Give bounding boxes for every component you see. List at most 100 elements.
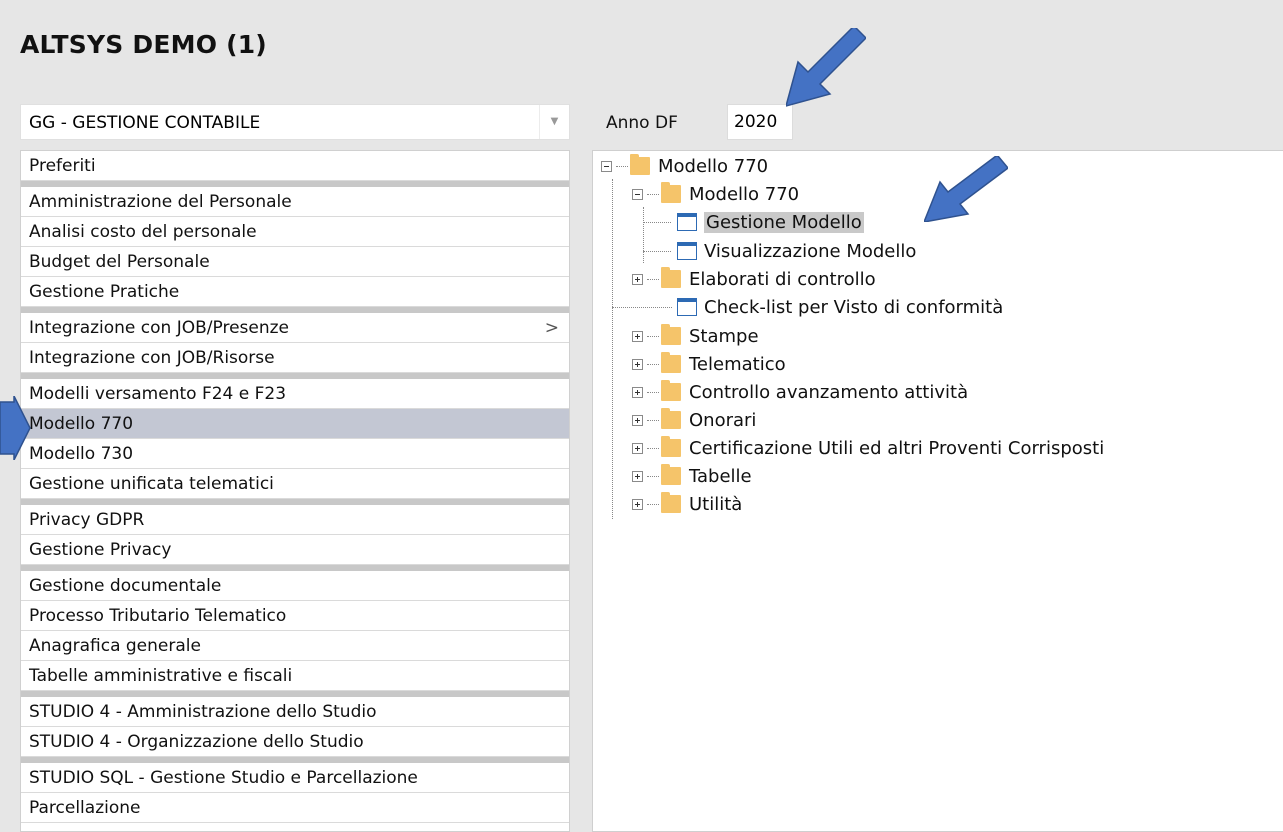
- expand-icon[interactable]: [632, 414, 643, 426]
- tree-node-check-list[interactable]: Check-list per Visto di conformità: [677, 293, 1003, 321]
- menu-item-job-presenze[interactable]: Integrazione con JOB/Presenze >: [21, 307, 569, 343]
- menu-item-label: Amministrazione del Personale: [29, 192, 292, 212]
- chevron-down-icon[interactable]: ▼: [539, 105, 569, 139]
- menu-item-gestione-privacy[interactable]: Gestione Privacy: [21, 535, 569, 565]
- tree-node-label: Modello 770: [658, 155, 769, 177]
- tree-node-label: Tabelle: [689, 465, 752, 487]
- collapse-icon[interactable]: [632, 188, 643, 200]
- tree-node-label: Elaborati di controllo: [689, 268, 876, 290]
- window-icon: [677, 298, 697, 316]
- menu-item-anagrafica-generale[interactable]: Anagrafica generale: [21, 631, 569, 661]
- folder-icon: [661, 408, 681, 429]
- annotation-arrow-icon: [786, 28, 866, 107]
- menu-item-studio-sql[interactable]: STUDIO SQL - Gestione Studio e Parcellaz…: [21, 757, 569, 793]
- menu-item-label: STUDIO 4 - Organizzazione dello Studio: [29, 732, 364, 752]
- menu-item-label: Parcellazione: [29, 798, 141, 818]
- expand-icon[interactable]: [632, 273, 643, 285]
- menu-item-label: Integrazione con JOB/Presenze: [29, 318, 290, 338]
- menu-item-label: Processo Tributario Telematico: [29, 606, 287, 626]
- tree-dots: [647, 447, 659, 449]
- menu-item-gestione-pratiche[interactable]: Gestione Pratiche: [21, 277, 569, 307]
- folder-icon: [661, 182, 681, 203]
- tree-node-label: Check-list per Visto di conformità: [704, 296, 1004, 318]
- annotation-arrow-icon: [924, 156, 1008, 222]
- menu-item-parcellazione[interactable]: Parcellazione: [21, 793, 569, 823]
- menu-item-amministrazione-personale[interactable]: Amministrazione del Personale: [21, 181, 569, 217]
- tree-dots: [647, 193, 659, 195]
- tree-node-tabelle[interactable]: Tabelle: [632, 462, 752, 490]
- menu-item-privacy-gdpr[interactable]: Privacy GDPR: [21, 499, 569, 535]
- menu-item-f24-f23[interactable]: Modelli versamento F24 e F23: [21, 373, 569, 409]
- folder-icon: [661, 324, 681, 345]
- tree-node-modello-770[interactable]: Modello 770: [632, 180, 799, 208]
- tree-node-telematico[interactable]: Telematico: [632, 350, 786, 378]
- menu-item-label: Budget del Personale: [29, 252, 210, 272]
- menu-item-analisi-costo[interactable]: Analisi costo del personale: [21, 217, 569, 247]
- anno-df-input[interactable]: 2020: [727, 104, 793, 140]
- tree-connector: [643, 251, 671, 252]
- menu-item-preferiti[interactable]: Preferiti: [21, 151, 569, 181]
- menu-item-label: STUDIO SQL - Gestione Studio e Parcellaz…: [29, 768, 418, 788]
- menu-item-tabelle-amministrative[interactable]: Tabelle amministrative e fiscali: [21, 661, 569, 691]
- menu-item-job-risorse[interactable]: Integrazione con JOB/Risorse: [21, 343, 569, 373]
- anno-df-label: Anno DF: [606, 113, 678, 133]
- tree-node-controllo-avanzamento[interactable]: Controllo avanzamento attività: [632, 378, 968, 406]
- tree-node-label: Visualizzazione Modello: [704, 240, 917, 262]
- menu-item-processo-tributario[interactable]: Processo Tributario Telematico: [21, 601, 569, 631]
- app-title: ALTSYS DEMO (1): [20, 30, 267, 59]
- tree-dots: [647, 503, 659, 505]
- tree-dots: [616, 165, 628, 167]
- expand-icon[interactable]: [632, 470, 643, 482]
- module-select-value: GG - GESTIONE CONTABILE: [29, 113, 261, 133]
- module-select[interactable]: GG - GESTIONE CONTABILE ▼: [20, 104, 570, 140]
- tree-node-label: Utilità: [689, 493, 743, 515]
- folder-icon: [661, 380, 681, 401]
- menu-item-label: Modello 730: [29, 444, 134, 464]
- expand-icon[interactable]: [632, 498, 643, 510]
- tree-dots: [647, 335, 659, 337]
- menu-item-label: Analisi costo del personale: [29, 222, 257, 242]
- tree-connector: [612, 307, 672, 308]
- menu-item-modello-730[interactable]: Modello 730: [21, 439, 569, 469]
- menu-item-budget-personale[interactable]: Budget del Personale: [21, 247, 569, 277]
- tree-node-label: Modello 770: [689, 183, 800, 205]
- folder-icon: [661, 464, 681, 485]
- menu-item-gestione-telematici[interactable]: Gestione unificata telematici: [21, 469, 569, 499]
- menu-item-label: Gestione Privacy: [29, 540, 172, 560]
- expand-icon[interactable]: [632, 386, 643, 398]
- tree-node-label: Controllo avanzamento attività: [689, 381, 969, 403]
- folder-icon: [661, 436, 681, 457]
- tree-node-gestione-modello[interactable]: Gestione Modello: [677, 208, 864, 236]
- tree-dots: [647, 419, 659, 421]
- tree-node-stampe[interactable]: Stampe: [632, 322, 759, 350]
- module-menu-list: Preferiti Amministrazione del Personale …: [20, 150, 570, 832]
- expand-icon[interactable]: [632, 330, 643, 342]
- tree-node-utilita[interactable]: Utilità: [632, 490, 742, 518]
- tree-node-certificazione-utili[interactable]: Certificazione Utili ed altri Proventi C…: [632, 434, 1104, 462]
- expand-icon[interactable]: [632, 358, 643, 370]
- tree-node-label: Telematico: [689, 353, 786, 375]
- menu-item-modello-770[interactable]: Modello 770: [21, 409, 569, 439]
- menu-item-label: Integrazione con JOB/Risorse: [29, 348, 275, 368]
- menu-item-label: Modello 770: [29, 414, 134, 434]
- menu-item-label: Gestione unificata telematici: [29, 474, 274, 494]
- expand-icon[interactable]: [632, 442, 643, 454]
- menu-item-label: STUDIO 4 - Amministrazione dello Studio: [29, 702, 377, 722]
- tree-node-modello-770-root[interactable]: Modello 770: [601, 152, 768, 180]
- tree-node-elaborati-controllo[interactable]: Elaborati di controllo: [632, 265, 876, 293]
- tree-node-visualizzazione-modello[interactable]: Visualizzazione Modello: [677, 237, 916, 265]
- menu-item-label: Gestione documentale: [29, 576, 222, 596]
- menu-item-studio4-organizzazione[interactable]: STUDIO 4 - Organizzazione dello Studio: [21, 727, 569, 757]
- collapse-icon[interactable]: [601, 160, 612, 172]
- tree-node-label: Stampe: [689, 325, 759, 347]
- tree-dots: [647, 475, 659, 477]
- tree-node-label: Gestione Modello: [704, 211, 864, 233]
- chevron-right-icon: >: [544, 318, 559, 338]
- tree-node-label: Onorari: [689, 409, 757, 431]
- menu-item-studio4-amministrazione[interactable]: STUDIO 4 - Amministrazione dello Studio: [21, 691, 569, 727]
- folder-icon: [661, 352, 681, 373]
- menu-item-gestione-documentale[interactable]: Gestione documentale: [21, 565, 569, 601]
- menu-item-label: Anagrafica generale: [29, 636, 201, 656]
- tree-node-onorari[interactable]: Onorari: [632, 406, 756, 434]
- tree-dots: [647, 278, 659, 280]
